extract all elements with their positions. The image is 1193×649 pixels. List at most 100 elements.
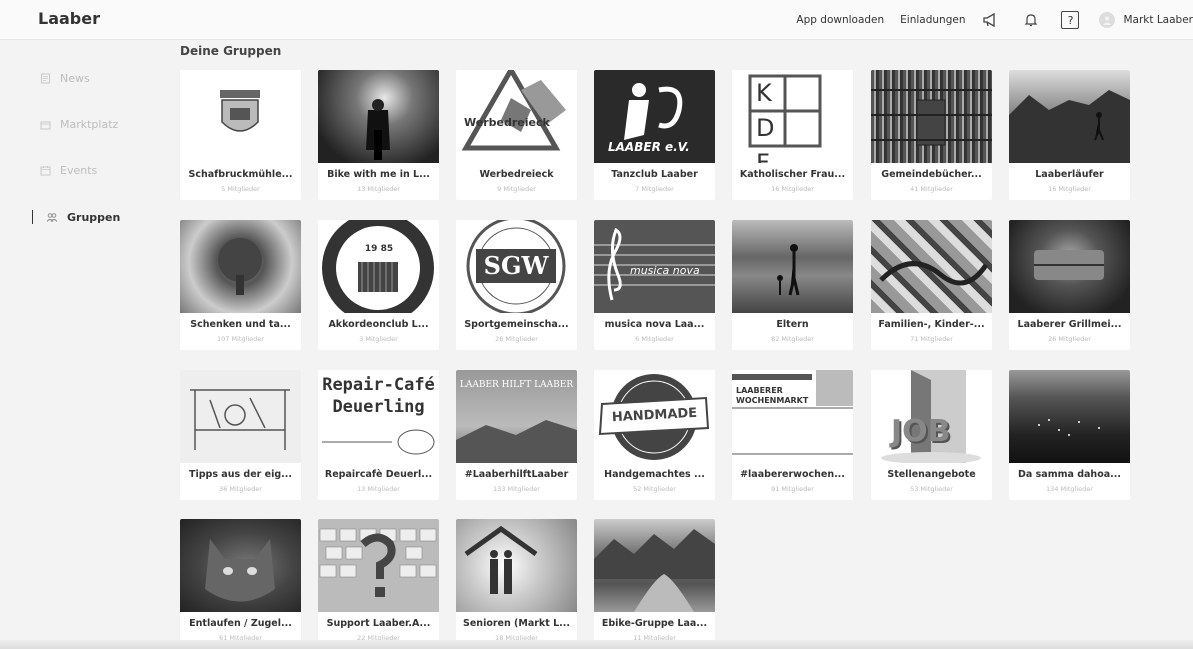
- group-image: Werbedreieck: [456, 70, 577, 163]
- sidebar-item-label: News: [60, 72, 90, 85]
- bookshelf-icon: [871, 89, 992, 146]
- group-card[interactable]: Bike with me in L... 13 Mitglieder: [318, 70, 439, 200]
- avatar[interactable]: [1099, 12, 1116, 28]
- sidebar-item-news[interactable]: News: [40, 72, 90, 85]
- group-name: #laabererwochen...: [740, 469, 845, 480]
- member-count: 82 Mitglieder: [771, 335, 814, 343]
- group-image: [732, 220, 853, 313]
- group-card[interactable]: LAABERER WOCHENMARKT #laabererwochen... …: [732, 370, 853, 500]
- group-image: [180, 370, 301, 463]
- group-name: Werbedreieck: [479, 169, 554, 180]
- page-title: Deine Gruppen: [180, 44, 282, 58]
- group-name: Entlaufen / Zugel...: [189, 618, 292, 629]
- group-image-text: JOB: [891, 414, 951, 449]
- group-card[interactable]: Eltern 82 Mitglieder: [732, 220, 853, 350]
- group-name: Support Laaber.A...: [326, 618, 431, 629]
- member-count: 134 Mitglieder: [1046, 485, 1093, 493]
- calendar-icon: [40, 166, 51, 176]
- group-name: Ebike-Gruppe Laa...: [601, 618, 708, 629]
- group-name: Repaircafè Deuerl...: [324, 469, 433, 480]
- bell-icon[interactable]: [1021, 10, 1041, 30]
- app-download-link[interactable]: App downloaden: [796, 14, 884, 26]
- group-name: #LaaberhilftLaaber: [464, 469, 569, 480]
- group-card[interactable]: LAABER HILFT LAABER #LaaberhilftLaaber 1…: [456, 370, 577, 500]
- group-image: LAABER e.V.: [594, 70, 715, 163]
- group-image-text: Werbedreieck: [464, 116, 550, 129]
- seniors-home-icon: [464, 525, 538, 594]
- group-image: LAABER HILFT LAABER: [456, 370, 577, 463]
- group-card[interactable]: Gemeindebücher... 41 Mitglieder: [871, 70, 992, 200]
- sidebar-item-events[interactable]: Events: [40, 164, 97, 177]
- member-count: 16 Mitglieder: [1048, 185, 1091, 193]
- group-name: Schenken und ta...: [190, 319, 291, 330]
- group-image: [180, 519, 301, 612]
- sidebar: News Marktplatz Events Gruppen: [0, 40, 160, 649]
- group-card[interactable]: Laaberläufer 16 Mitglieder: [1009, 70, 1130, 200]
- group-card[interactable]: Laaberer Grillmei... 26 Mitglieder: [1009, 220, 1130, 350]
- group-image: JOB: [871, 370, 992, 463]
- sidebar-item-marktplatz[interactable]: Marktplatz: [40, 118, 118, 131]
- megaphone-icon[interactable]: [981, 10, 1001, 30]
- group-card[interactable]: JOB Stellenangebote 53 Mitglieder: [871, 370, 992, 500]
- group-card[interactable]: Familien-, Kinder-... 71 Mitglieder: [871, 220, 992, 350]
- app-logo[interactable]: Laaber: [38, 9, 100, 28]
- help-icon[interactable]: ?: [1061, 11, 1080, 29]
- group-card[interactable]: SGW Sportgemeinscha... 26 Mitglieder: [456, 220, 577, 350]
- member-count: 52 Mitglieder: [633, 485, 676, 493]
- member-count: 26 Mitglieder: [495, 335, 538, 343]
- grill-icon: [1034, 250, 1104, 280]
- user-name[interactable]: Markt Laaber: [1123, 14, 1193, 26]
- night-town-icon: [1038, 419, 1100, 436]
- group-card[interactable]: Werbedreieck Werbedreieck 9 Mitglieder: [456, 70, 577, 200]
- group-name: Laaberläufer: [1035, 169, 1104, 180]
- top-bar: Laaber App downloaden Einladungen ? Mark…: [0, 0, 1193, 40]
- news-icon: [41, 73, 50, 84]
- group-image-text: LAABERER WOCHENMARKT: [736, 386, 809, 405]
- group-card[interactable]: Ebike-Gruppe Laa... 11 Mitglieder: [594, 519, 715, 649]
- sidebar-item-gruppen[interactable]: Gruppen: [32, 210, 120, 224]
- group-card[interactable]: Senioren (Markt L... 18 Mitglieder: [456, 519, 577, 649]
- member-count: 6 Mitglieder: [635, 335, 674, 343]
- forest-path-icon: [594, 529, 715, 612]
- group-name: Sportgemeinscha...: [464, 319, 569, 330]
- gift-tree-icon: [218, 238, 262, 295]
- group-image: [318, 519, 439, 612]
- group-name: Tanzclub Laaber: [611, 169, 698, 180]
- parent-child-icon: [777, 244, 800, 296]
- kitchen-sketch-icon: [190, 389, 290, 450]
- group-card[interactable]: LAABER e.V. Tanzclub Laaber 7 Mitglieder: [594, 70, 715, 200]
- invitations-link[interactable]: Einladungen: [900, 14, 965, 26]
- member-count: 7 Mitglieder: [635, 185, 674, 193]
- group-card[interactable]: Schafbruckmühle... 5 Mitglieder: [180, 70, 301, 200]
- group-name: Schafbruckmühle...: [188, 169, 293, 180]
- group-image: musica nova: [594, 220, 715, 313]
- keyboard-help-icon: [319, 528, 437, 597]
- group-card[interactable]: HANDMADE Handgemachtes ... 52 Mitglieder: [594, 370, 715, 500]
- member-count: 107 Mitglieder: [217, 335, 264, 343]
- group-card[interactable]: Tipps aus der eig... 36 Mitglieder: [180, 370, 301, 500]
- group-card[interactable]: Schenken und ta... 107 Mitglieder: [180, 220, 301, 350]
- group-image: [871, 220, 992, 313]
- group-card[interactable]: Entlaufen / Zugel... 61 Mitglieder: [180, 519, 301, 649]
- group-image: SGW: [456, 220, 577, 313]
- group-image-text: LAABER e.V.: [608, 140, 690, 154]
- member-count: 91 Mitglieder: [771, 485, 814, 493]
- group-card[interactable]: Repair-Café Deuerling Repaircafè Deuerl.…: [318, 370, 439, 500]
- group-card[interactable]: Da samma dahoa... 134 Mitglieder: [1009, 370, 1130, 500]
- repair-badge-icon: [322, 429, 435, 455]
- group-card[interactable]: musica nova musica nova Laa... 6 Mitglie…: [594, 220, 715, 350]
- group-name: Senioren (Markt L...: [463, 618, 570, 629]
- group-image-text: SGW: [483, 251, 549, 280]
- group-card[interactable]: 19 85 Akkordeonclub L... 3 Mitglieder: [318, 220, 439, 350]
- group-card[interactable]: Support Laaber.A... 22 Mitglieder: [318, 519, 439, 649]
- group-image-text: KDFB: [756, 79, 789, 163]
- member-count: 3 Mitglieder: [359, 335, 398, 343]
- group-name: Laaberer Grillmei...: [1017, 319, 1122, 330]
- member-count: 26 Mitglieder: [1048, 335, 1091, 343]
- group-image: 19 85: [318, 220, 439, 313]
- group-image: HANDMADE: [594, 370, 715, 463]
- sidebar-item-label: Gruppen: [67, 210, 121, 224]
- group-name: musica nova Laa...: [604, 319, 705, 330]
- runner-icon: [1009, 90, 1130, 163]
- group-card[interactable]: KDFB Katholischer Frau... 16 Mitglieder: [732, 70, 853, 200]
